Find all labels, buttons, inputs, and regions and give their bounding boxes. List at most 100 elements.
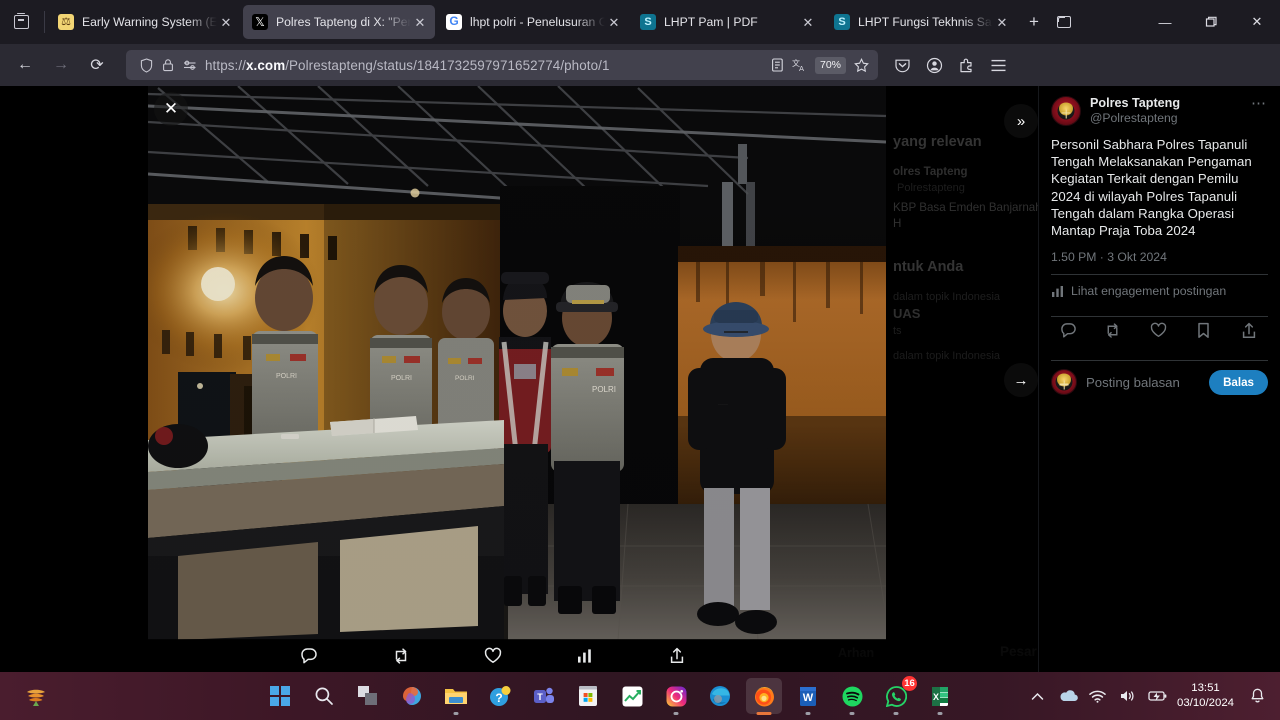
- firefox-button[interactable]: [746, 678, 782, 715]
- running-indicator: [805, 712, 811, 715]
- next-photo-button[interactable]: →: [1004, 363, 1038, 397]
- running-indicator: [937, 712, 943, 715]
- instagram-button[interactable]: [658, 678, 694, 715]
- close-photo-button[interactable]: ✕: [154, 92, 188, 126]
- shield-icon[interactable]: [135, 54, 157, 76]
- minimize-button[interactable]: —: [1142, 0, 1188, 44]
- scribd-icon: [834, 14, 850, 30]
- running-indicator: [893, 712, 899, 715]
- bookmark-star-icon[interactable]: [850, 54, 872, 76]
- close-tab-button[interactable]: ✕: [411, 13, 429, 31]
- tab-title: Polres Tapteng di X: "Perso: [276, 15, 411, 29]
- pocket-save-icon[interactable]: [886, 50, 918, 80]
- close-tab-button[interactable]: ✕: [217, 13, 235, 31]
- running-indicator: [453, 712, 459, 715]
- like-button-photo[interactable]: [470, 647, 516, 664]
- url-text[interactable]: https://x.com/Polrestapteng/status/18417…: [201, 58, 767, 73]
- close-tab-button[interactable]: ✕: [993, 13, 1011, 31]
- retweet-button[interactable]: [1100, 319, 1126, 341]
- bell-icon[interactable]: [1242, 672, 1272, 720]
- tweet-author-row[interactable]: Polres Tapteng @Polrestapteng ⋯: [1051, 96, 1268, 126]
- like-button[interactable]: [1146, 319, 1172, 341]
- reply-button[interactable]: [1055, 319, 1081, 341]
- clock[interactable]: 13:51 03/10/2024: [1173, 681, 1242, 711]
- tweet-timestamp: 1.50 PM · 3 Okt 2024: [1051, 250, 1167, 265]
- help-button[interactable]: ?: [482, 678, 518, 714]
- battery-icon[interactable]: [1143, 672, 1173, 720]
- ghost-line-2: H: [893, 217, 902, 230]
- close-window-button[interactable]: ✕: [1234, 0, 1280, 44]
- app-menu-icon[interactable]: [982, 50, 1014, 80]
- author-handle[interactable]: @Polrestapteng: [1090, 111, 1249, 125]
- browser-tab[interactable]: LHPT Fungsi Tekhnis Sabha ✕: [825, 5, 1017, 39]
- tweet-text: Personil Sabhara Polres Tapanuli Tengah …: [1051, 137, 1252, 239]
- browser-tab-active[interactable]: Polres Tapteng di X: "Perso ✕: [243, 5, 435, 39]
- reload-button[interactable]: ⟳: [80, 50, 114, 80]
- microsoft-store-button[interactable]: [570, 678, 606, 714]
- more-options-icon[interactable]: ⋯: [1249, 96, 1268, 111]
- browser-tab[interactable]: lhpt polri - Penelusuran Go ✕: [437, 5, 629, 39]
- onedrive-icon[interactable]: [1053, 672, 1083, 720]
- account-icon[interactable]: [918, 50, 950, 80]
- edge-button[interactable]: [702, 678, 738, 714]
- volume-icon[interactable]: [1113, 672, 1143, 720]
- photo-image: Parkir RODA DUA: [148, 86, 886, 640]
- window-controls: — ✕: [1142, 0, 1280, 44]
- reply-input[interactable]: Posting balasan: [1086, 375, 1209, 390]
- whatsapp-button[interactable]: 16: [878, 676, 917, 715]
- translate-icon[interactable]: 文A: [789, 54, 811, 76]
- author-display-name[interactable]: Polres Tapteng: [1090, 96, 1249, 111]
- expand-sidebar-button[interactable]: »: [1004, 104, 1038, 138]
- views-icon: [1052, 285, 1063, 297]
- address-bar[interactable]: https://x.com/Polrestapteng/status/18417…: [126, 50, 878, 80]
- lock-icon[interactable]: [157, 54, 179, 76]
- spotify-button[interactable]: [834, 678, 870, 715]
- bookmark-button[interactable]: [1191, 319, 1217, 341]
- file-explorer-button[interactable]: [438, 678, 474, 715]
- new-tab-button[interactable]: +: [1019, 7, 1049, 37]
- close-tab-button[interactable]: ✕: [799, 13, 817, 31]
- notification-badge: 16: [902, 676, 917, 691]
- photo-container[interactable]: Parkir RODA DUA: [148, 86, 886, 640]
- police-crest-icon: [1057, 102, 1075, 120]
- ubuntu-launcher-icon[interactable]: [18, 678, 54, 714]
- word-button[interactable]: W: [790, 678, 826, 715]
- task-view-button[interactable]: [350, 678, 386, 714]
- start-button[interactable]: [262, 678, 298, 714]
- view-engagement-link[interactable]: Lihat engagement postingan: [1051, 275, 1268, 306]
- copilot-button[interactable]: [394, 678, 430, 714]
- reply-button-photo[interactable]: [286, 647, 332, 665]
- excel-button[interactable]: X: [922, 678, 958, 715]
- search-button[interactable]: [306, 678, 342, 714]
- svg-text:T: T: [537, 692, 543, 702]
- browser-tab[interactable]: Early Warning System (EW ✕: [49, 5, 241, 39]
- avatar[interactable]: [1051, 96, 1081, 126]
- tab-title: lhpt polri - Penelusuran Go: [470, 15, 605, 29]
- reply-submit-button[interactable]: Balas: [1209, 369, 1268, 395]
- analytics-app-button[interactable]: [614, 678, 650, 714]
- retweet-button-photo[interactable]: [378, 647, 424, 665]
- teams-button[interactable]: T: [526, 678, 562, 714]
- tweet-photo[interactable]: Parkir RODA DUA: [148, 86, 886, 640]
- avatar-reply[interactable]: [1051, 369, 1077, 396]
- browser-tab[interactable]: LHPT Pam | PDF ✕: [631, 5, 823, 39]
- views-button-photo[interactable]: [562, 648, 608, 664]
- zoom-level-indicator[interactable]: 70%: [814, 56, 846, 74]
- permissions-icon[interactable]: [179, 54, 201, 76]
- show-hidden-icons-button[interactable]: [1023, 672, 1053, 720]
- reader-view-icon[interactable]: [767, 54, 789, 76]
- share-button[interactable]: [1236, 319, 1262, 341]
- forward-button[interactable]: →: [44, 50, 78, 80]
- clock-time: 13:51: [1191, 682, 1220, 694]
- extensions-icon[interactable]: [950, 50, 982, 80]
- active-indicator: [756, 712, 772, 715]
- maximize-button[interactable]: [1188, 0, 1234, 44]
- share-button-photo[interactable]: [654, 647, 700, 664]
- back-button[interactable]: ←: [8, 50, 42, 80]
- tab-strip: Early Warning System (EW ✕ Polres Tapten…: [0, 0, 1280, 44]
- reply-composer[interactable]: Posting balasan Balas: [1051, 361, 1268, 396]
- list-all-tabs-button[interactable]: [1049, 7, 1079, 37]
- firefox-view-button[interactable]: [0, 0, 42, 44]
- wifi-icon[interactable]: [1083, 672, 1113, 720]
- close-tab-button[interactable]: ✕: [605, 13, 623, 31]
